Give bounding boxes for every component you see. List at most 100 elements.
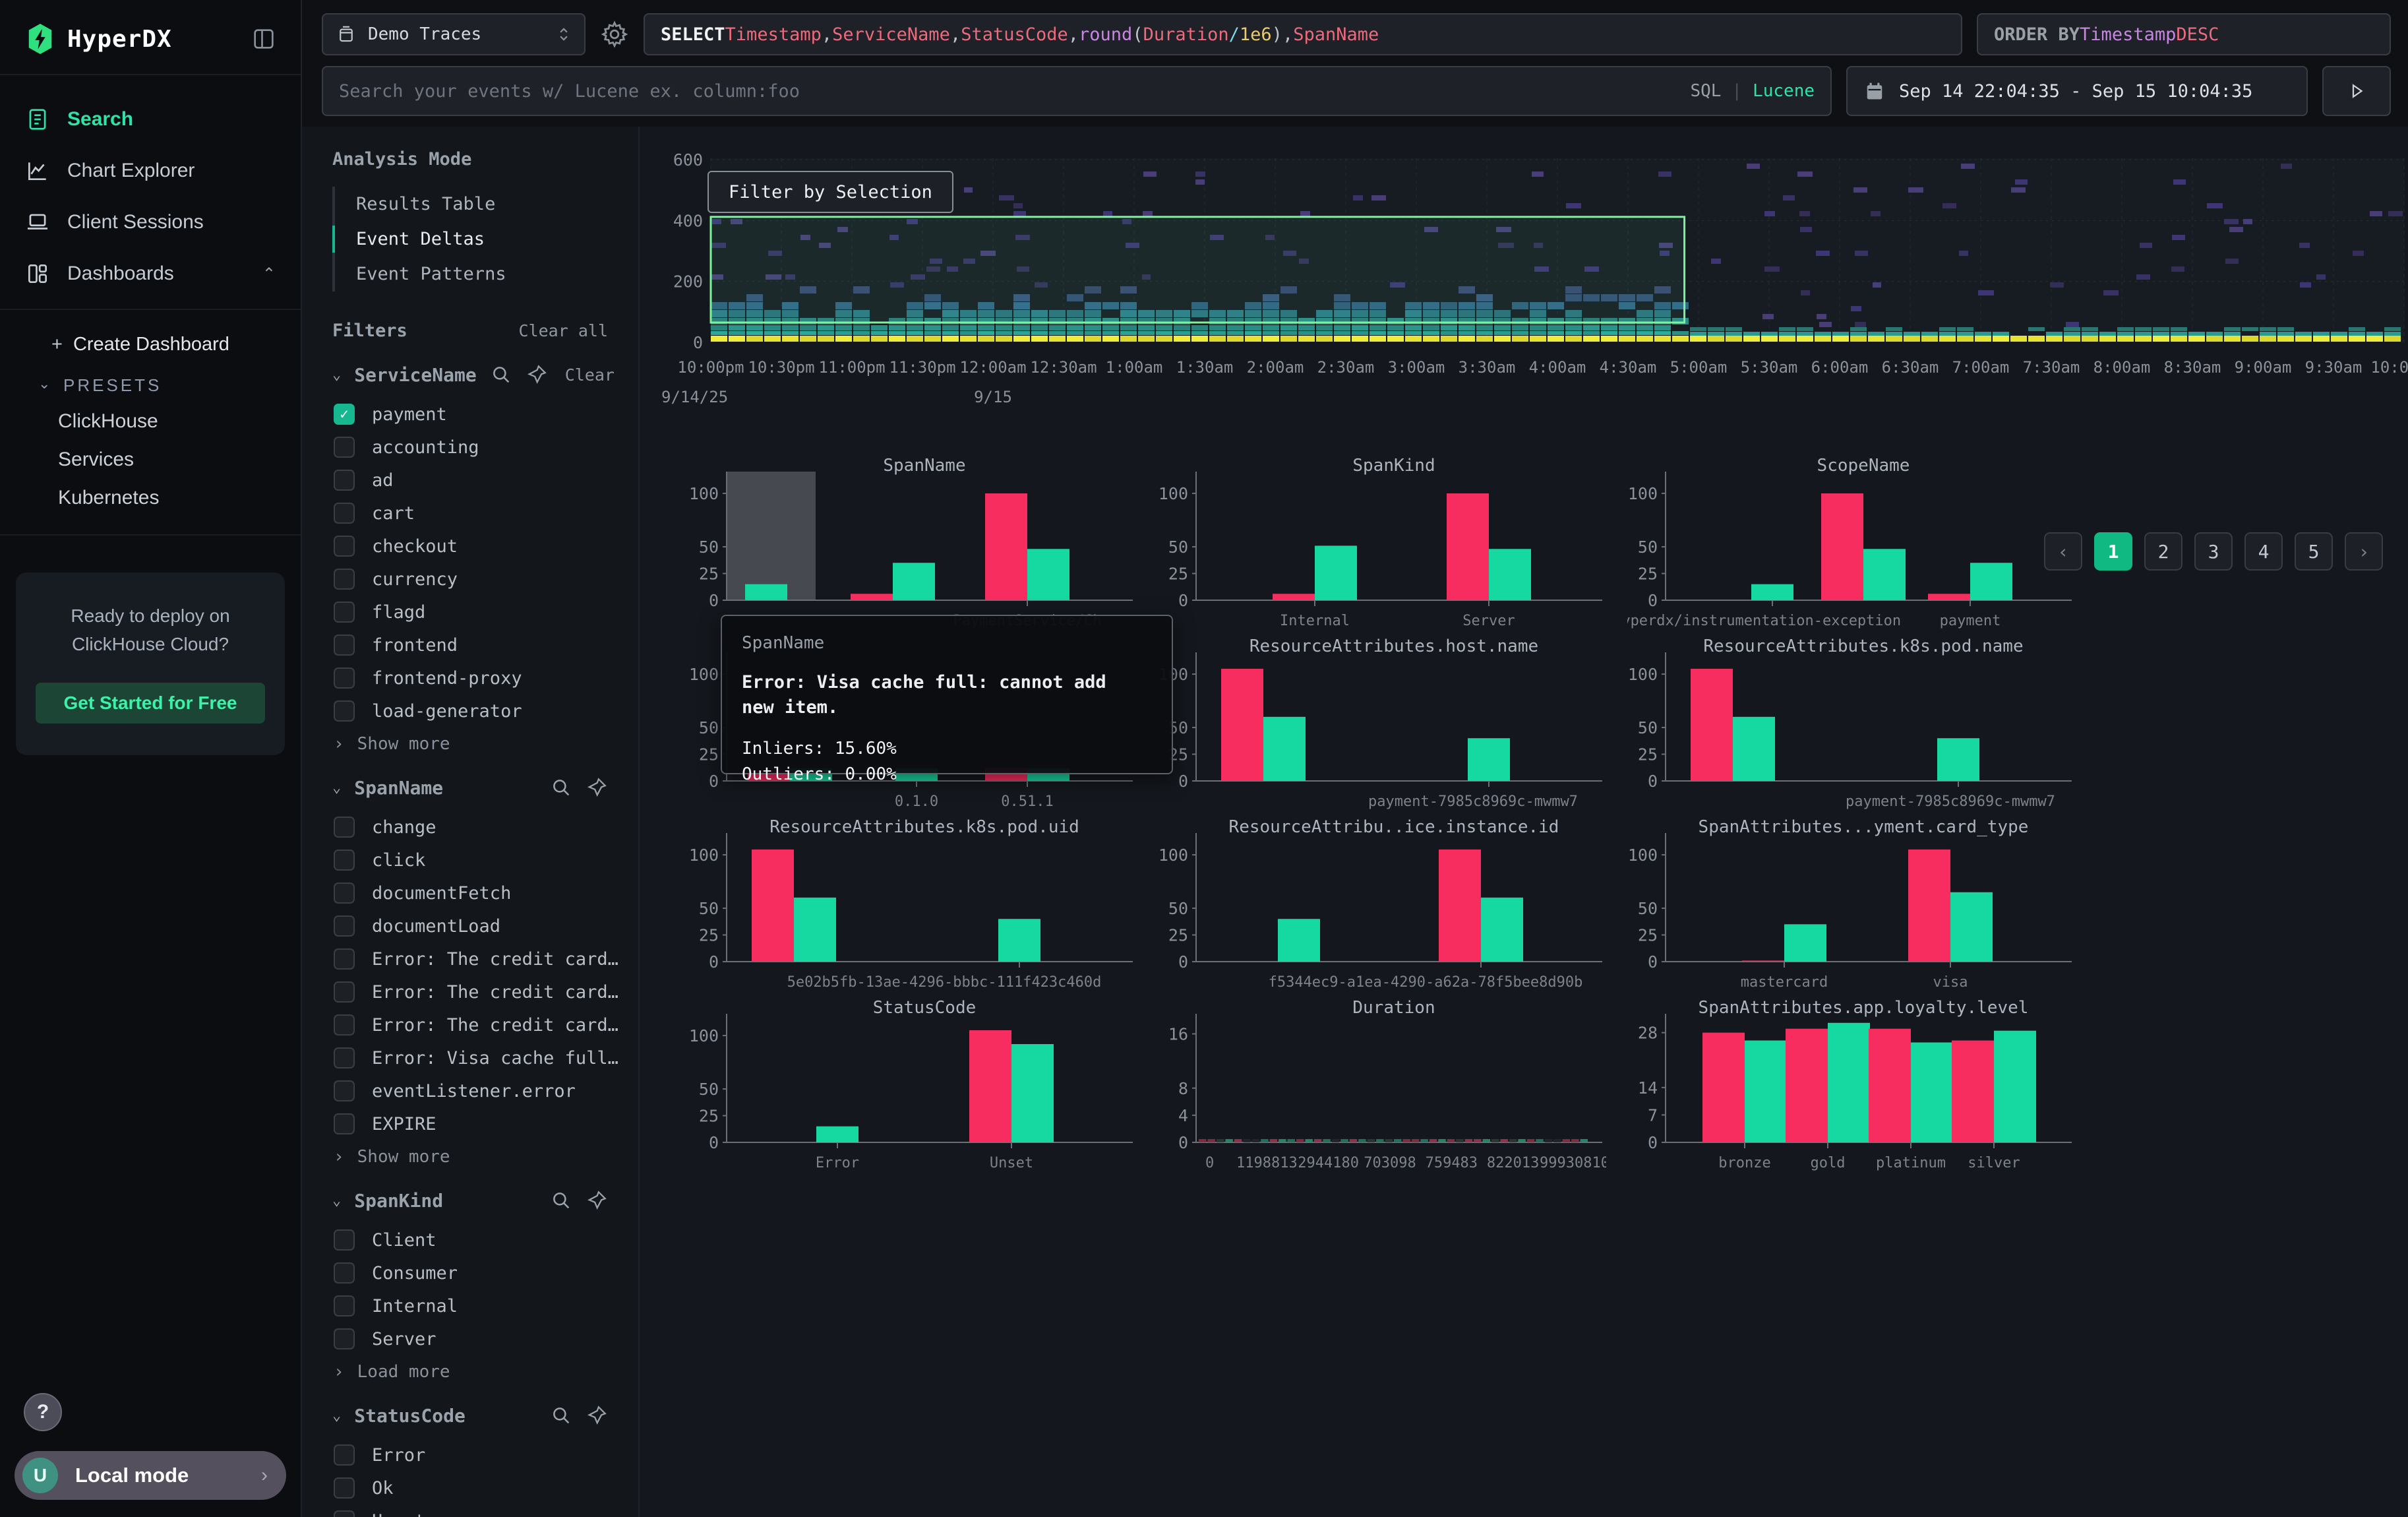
checkbox[interactable] xyxy=(334,1295,355,1316)
checkbox[interactable] xyxy=(334,981,355,1003)
preset-services[interactable]: Services xyxy=(0,441,301,479)
checkbox[interactable] xyxy=(334,437,355,458)
outlier-bar[interactable] xyxy=(1439,850,1481,962)
checkbox[interactable] xyxy=(334,470,355,491)
inlier-bar[interactable] xyxy=(794,898,836,962)
sidebar-collapse-icon[interactable] xyxy=(251,26,277,52)
inlier-bar[interactable] xyxy=(1950,892,1993,962)
filter-option-load-generator[interactable]: load-generator xyxy=(302,695,638,728)
filter-option-accounting[interactable]: accounting xyxy=(302,431,638,464)
delta-chart-resourceattributes-k8s-pod-uid[interactable]: ResourceAttributes.k8s.pod.uid025501005e… xyxy=(688,818,1137,995)
page-3-button[interactable]: 3 xyxy=(2194,532,2233,571)
delta-chart-spanattributes-app-loyalty-level[interactable]: SpanAttributes.app.loyalty.level071428br… xyxy=(1627,999,2076,1175)
inlier-bar[interactable] xyxy=(893,563,935,600)
outlier-bar[interactable] xyxy=(1908,850,1950,962)
filter-option-documentfetch[interactable]: documentFetch xyxy=(302,877,638,910)
checkbox[interactable] xyxy=(334,503,355,524)
inlier-bar[interactable] xyxy=(1263,717,1306,781)
inlier-bar[interactable] xyxy=(745,584,787,600)
preset-clickhouse[interactable]: ClickHouse xyxy=(0,402,301,441)
filter-option-documentload[interactable]: documentLoad xyxy=(302,910,638,943)
inlier-bar[interactable] xyxy=(1011,1044,1054,1142)
outlier-bar[interactable] xyxy=(985,493,1027,600)
outlier-bar[interactable] xyxy=(1447,493,1489,600)
checkbox[interactable] xyxy=(334,1113,355,1134)
outlier-bar[interactable] xyxy=(1691,669,1733,781)
outlier-bar[interactable] xyxy=(851,594,893,600)
delta-chart-scopename[interactable]: ScopeName02550100@hyperdx/instrumentatio… xyxy=(1627,456,2076,633)
outlier-bar[interactable] xyxy=(1928,594,1970,600)
chevron-down-icon[interactable]: ⌄ xyxy=(332,1408,341,1424)
delta-chart-spanname[interactable]: SpanName02550100PaymentService/Ch xyxy=(688,456,1137,633)
checkbox[interactable] xyxy=(334,667,355,689)
filter-option-server[interactable]: Server xyxy=(302,1322,638,1355)
filter-option-click[interactable]: click xyxy=(302,844,638,877)
inlier-bar[interactable] xyxy=(1489,549,1531,600)
checkbox-checked[interactable]: ✓ xyxy=(334,404,355,425)
chevron-down-icon[interactable]: ⌄ xyxy=(332,367,341,383)
search-icon[interactable] xyxy=(550,1189,572,1212)
lucene-toggle[interactable]: Lucene xyxy=(1753,81,1815,101)
sql-toggle[interactable]: SQL xyxy=(1690,81,1721,101)
gear-icon[interactable] xyxy=(600,20,629,49)
search-icon[interactable] xyxy=(490,363,512,386)
checkbox[interactable] xyxy=(334,602,355,623)
select-query-input[interactable]: SELECT Timestamp, ServiceName, StatusCod… xyxy=(644,13,1962,55)
filter-option-change[interactable]: change xyxy=(302,811,638,844)
checkbox[interactable] xyxy=(334,1229,355,1251)
outlier-bar[interactable] xyxy=(1221,669,1263,781)
delta-chart-resourceattributes-host-name[interactable]: ResourceAttributes.host.name02550100paym… xyxy=(1158,637,1606,814)
checkbox[interactable] xyxy=(334,1477,355,1499)
order-by-input[interactable]: ORDER BY Timestamp DESC xyxy=(1977,13,2391,55)
time-range-picker[interactable]: Sep 14 22:04:35 - Sep 15 10:04:35 xyxy=(1846,66,2308,116)
filter-group-name[interactable]: SpanKind xyxy=(354,1190,537,1212)
delta-chart-statuscode[interactable]: StatusCode02550100ErrorUnset xyxy=(688,999,1137,1175)
inlier-bar[interactable] xyxy=(816,1127,858,1142)
sidebar-item-dashboards[interactable]: Dashboards ⌃ xyxy=(0,248,301,299)
analysis-mode-event-deltas[interactable]: Event Deltas xyxy=(335,222,608,257)
outlier-bar[interactable] xyxy=(969,1030,1011,1142)
inlier-bar[interactable] xyxy=(1828,1023,1870,1142)
outlier-bar[interactable] xyxy=(1869,1029,1911,1142)
sidebar-item-chart-explorer[interactable]: Chart Explorer xyxy=(0,145,301,197)
inlier-bar[interactable] xyxy=(1751,584,1793,600)
outlier-bar[interactable] xyxy=(1702,1033,1745,1142)
filter-group-name[interactable]: ServiceName xyxy=(354,364,476,386)
page-next-button[interactable]: › xyxy=(2345,532,2383,571)
inlier-bar[interactable] xyxy=(998,919,1040,962)
filter-option-error-the-credit-card-[interactable]: Error: The credit card (… xyxy=(302,943,638,975)
page-4-button[interactable]: 4 xyxy=(2244,532,2283,571)
delta-chart-resourceattributes-k8s-pod-name[interactable]: ResourceAttributes.k8s.pod.name02550100p… xyxy=(1627,637,2076,814)
chevron-down-icon[interactable]: ⌄ xyxy=(332,780,341,796)
outlier-bar[interactable] xyxy=(1273,594,1315,600)
filter-option-flagd[interactable]: flagd xyxy=(302,596,638,629)
filter-option-checkout[interactable]: checkout xyxy=(302,530,638,563)
checkbox[interactable] xyxy=(334,1262,355,1284)
inlier-bar[interactable] xyxy=(1937,738,1979,781)
filter-option-currency[interactable]: currency xyxy=(302,563,638,596)
filter-option-error-the-credit-card-[interactable]: Error: The credit card (… xyxy=(302,975,638,1008)
delta-chart-resourceattribu-ice-instance-id[interactable]: ResourceAttribu..ice.instance.id02550100… xyxy=(1158,818,1606,995)
filter-option-client[interactable]: Client xyxy=(302,1223,638,1256)
sidebar-item-client-sessions[interactable]: Client Sessions xyxy=(0,197,301,248)
heatmap-selection[interactable] xyxy=(711,217,1685,323)
checkbox[interactable] xyxy=(334,850,355,871)
search-icon[interactable] xyxy=(550,1404,572,1427)
filter-group-name[interactable]: SpanName xyxy=(354,777,537,799)
filter-option-error-visa-cache-full-[interactable]: Error: Visa cache full: … xyxy=(302,1041,638,1074)
delta-chart-spanattributes-yment-card-type[interactable]: SpanAttributes...yment.card_type02550100… xyxy=(1627,818,2076,995)
filter-option-ok[interactable]: Ok xyxy=(302,1471,638,1504)
checkbox[interactable] xyxy=(334,817,355,838)
inlier-bar[interactable] xyxy=(1315,545,1357,600)
filter-option-internal[interactable]: Internal xyxy=(302,1289,638,1322)
pin-icon[interactable] xyxy=(586,1404,608,1427)
filter-option-cart[interactable]: cart xyxy=(302,497,638,530)
checkbox[interactable] xyxy=(334,536,355,557)
filter-option-error[interactable]: Error xyxy=(302,1439,638,1471)
checkbox[interactable] xyxy=(334,700,355,722)
filter-option-frontend[interactable]: frontend xyxy=(302,629,638,662)
inlier-bar[interactable] xyxy=(1733,717,1775,781)
filter-option-payment[interactable]: ✓ payment xyxy=(302,398,638,431)
pin-icon[interactable] xyxy=(586,776,608,799)
inlier-bar[interactable] xyxy=(1481,898,1523,962)
